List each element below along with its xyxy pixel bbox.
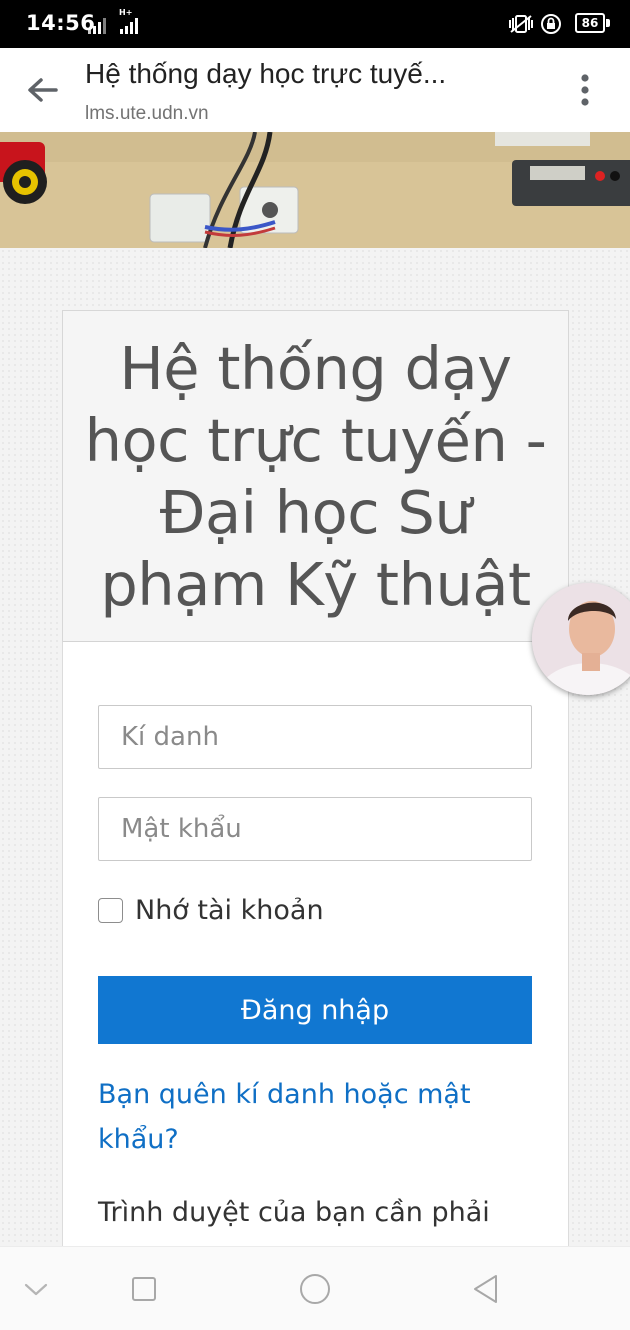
header-banner-image [0,132,630,248]
remember-me-checkbox[interactable] [98,897,123,923]
page-url: lms.ute.udn.vn [85,103,209,124]
status-bar: 14:56 H+ 86 [0,0,630,48]
vibrate-icon [509,15,533,33]
username-input[interactable] [98,705,532,769]
battery-icon: 86 [575,13,605,33]
status-time: 14:56 [26,11,96,35]
square-recents-icon[interactable] [124,1269,164,1309]
login-heading: Hệ thống dạy học trực tuyến - Đại học Sư… [84,334,547,619]
page-title: Hệ thống dạy học trực tuyế... [85,58,447,89]
signal-icon [88,14,110,34]
more-vert-icon[interactable] [570,70,600,110]
system-nav-bar [0,1246,630,1330]
remember-me-label[interactable]: Nhớ tài khoản [135,895,324,926]
login-button[interactable]: Đăng nhập [98,976,532,1044]
forgot-credentials-link[interactable]: Bạn quên kí danh hoặc mật khẩu? [98,1072,538,1162]
password-input[interactable] [98,797,532,861]
remember-me-row[interactable]: Nhớ tài khoản [98,892,324,928]
login-card-header: Hệ thống dạy học trực tuyến - Đại học Sư… [62,310,569,642]
chevron-down-icon[interactable] [16,1269,56,1309]
circle-home-icon[interactable] [295,1269,335,1309]
lock-rotation-icon [541,14,561,34]
signal-icon [120,14,142,34]
triangle-back-icon[interactable] [466,1269,506,1309]
arrow-left-icon[interactable] [22,70,62,110]
cookie-notice-text: Trình duyệt của bạn cần phải [98,1197,490,1228]
browser-app-bar: Hệ thống dạy học trực tuyế... lms.ute.ud… [0,48,630,132]
